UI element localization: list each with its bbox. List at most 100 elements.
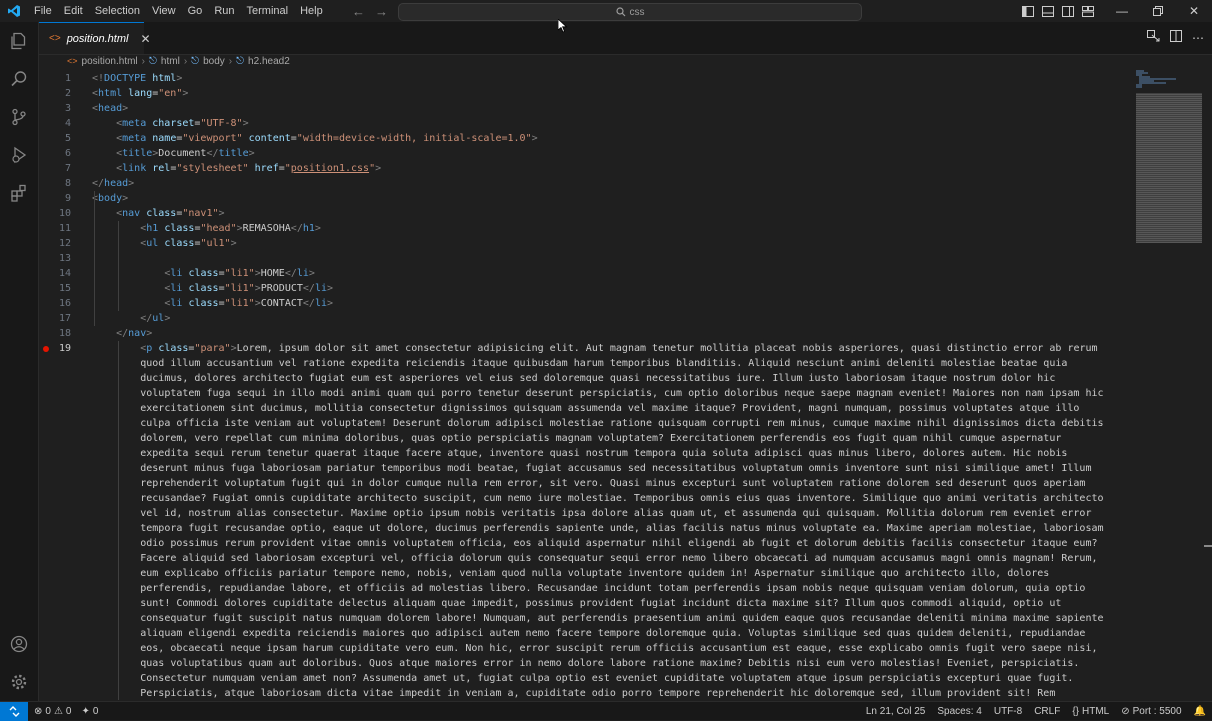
code-line[interactable]: <!DOCTYPE html> (92, 71, 182, 86)
extensions-icon[interactable] (0, 174, 38, 212)
code-line[interactable]: <html lang="en"> (92, 86, 188, 101)
wrapped-code-line[interactable]: exercitationem sint ducimus, mollitia co… (140, 401, 1079, 416)
wrapped-code-line[interactable]: deserunt minus fuga laboriosam pariatur … (140, 461, 1091, 476)
code-line[interactable]: <head> (92, 101, 128, 116)
code-line[interactable]: <li class="li1">CONTACT</li> (164, 296, 333, 311)
code-line[interactable]: <nav class="nav1"> (116, 206, 224, 221)
wrapped-code-line[interactable]: ducimus, dolores architecto fugiat eum e… (140, 371, 1055, 386)
code-line[interactable]: </head> (92, 176, 134, 191)
wrapped-code-line[interactable]: recusandae? Fugiat omnis cupiditate arch… (140, 491, 1103, 506)
wrapped-code-line[interactable]: vel id, nostrum alias consectetur. Maxim… (140, 506, 1091, 521)
breakpoint-icon[interactable] (43, 345, 49, 352)
code-line[interactable]: <li class="li1">PRODUCT</li> (164, 281, 333, 296)
back-arrow-icon[interactable]: ← (352, 4, 365, 19)
split-editor-icon[interactable] (1170, 29, 1182, 47)
menu-help[interactable]: Help (294, 0, 329, 22)
toggle-panel-icon[interactable] (1038, 0, 1058, 22)
code-token: "UTF-8" (200, 118, 243, 129)
remote-indicator-icon[interactable] (0, 701, 28, 721)
code-line[interactable]: <li class="li1">HOME</li> (164, 266, 315, 281)
search-view-icon[interactable] (0, 60, 38, 98)
code-line[interactable]: <p class="para">Lorem, ipsum dolor sit a… (140, 341, 1097, 356)
wrapped-code-line[interactable]: culpa officia iste veniam aut voluptatem… (140, 416, 1103, 431)
warning-count: 0 (65, 705, 72, 717)
title-bar-right: — ✕ (1018, 0, 1212, 22)
status-right: Ln 21, Col 25 Spaces: 4 UTF-8 CRLF {} HTM… (866, 702, 1206, 720)
minimap[interactable] (1130, 69, 1204, 259)
breadcrumb-h2[interactable]: h2.head2 (248, 56, 290, 67)
menu-selection[interactable]: Selection (89, 0, 146, 22)
wrapped-code-line[interactable]: quas voluptatibus quam aut doloribus. Qu… (140, 656, 1079, 671)
menu-run[interactable]: Run (208, 0, 240, 22)
command-center-search[interactable]: css (398, 3, 862, 21)
code-editor[interactable]: 1 2 3 4 5 6 7 8 9 10 11 12 13 14 15 16 17 18 19 <!DOCTYPE … (39, 69, 1129, 700)
ports-indicator[interactable]: ✦ 0 (81, 706, 98, 717)
code-line[interactable]: <link rel="stylesheet" href="position1.c… (116, 161, 381, 176)
wrapped-code-line[interactable]: eum explicabo officiis pariatur tempore … (140, 566, 1049, 581)
breadcrumb-body[interactable]: body (203, 56, 225, 67)
end-of-line[interactable]: CRLF (1034, 706, 1060, 717)
menu-file[interactable]: File (28, 0, 58, 22)
forward-arrow-icon[interactable]: → (375, 4, 388, 19)
wrapped-code-line[interactable]: expedita sequi rerum tenetur quaerat ita… (140, 446, 1067, 461)
code-token: > (182, 88, 189, 99)
customize-layout-icon[interactable] (1078, 0, 1098, 22)
code-token: CONTACT (260, 298, 303, 309)
wrapped-code-line[interactable]: consequatur fugit suscipit natus numquam… (140, 611, 1103, 626)
breadcrumb-file[interactable]: position.html (82, 56, 138, 67)
wrapped-code-line[interactable]: tempora fugit recusandae optio, eaque ut… (140, 521, 1103, 536)
tab-position-html[interactable]: <> position.html ✕ (39, 22, 151, 54)
source-control-icon[interactable] (0, 98, 38, 136)
toggle-secondary-sidebar-icon[interactable] (1058, 0, 1078, 22)
wrapped-code-line[interactable]: reprehenderit voluptatum fugit qui in do… (140, 476, 1085, 491)
explorer-icon[interactable] (0, 22, 38, 60)
breadcrumb-html[interactable]: html (161, 56, 180, 67)
wrapped-code-line[interactable]: voluptatem fuga sequi in illo modi animi… (140, 386, 1103, 401)
code-line[interactable]: <title>Document</title> (116, 146, 255, 161)
notifications-bell-icon[interactable]: 🔔 (1194, 706, 1206, 717)
menu-terminal[interactable]: Terminal (241, 0, 295, 22)
wrapped-code-line[interactable]: aliquam eligendi expedita reiciendis mai… (140, 626, 1085, 641)
wrapped-code-line[interactable]: dolorem, vero repellat cum minima dolori… (140, 431, 1061, 446)
wrapped-code-line[interactable]: Facere aliquid sed laboriosam excepturi … (140, 551, 1097, 566)
close-window-button[interactable]: ✕ (1176, 0, 1212, 22)
restore-button[interactable] (1140, 0, 1176, 22)
minimize-button[interactable]: — (1104, 0, 1140, 22)
code-token: head (98, 103, 123, 114)
run-debug-icon[interactable] (0, 136, 38, 174)
code-token: charset (146, 118, 195, 129)
wrapped-code-line[interactable]: Consectetur numquam veniam amet non? Ass… (140, 671, 1073, 686)
live-server-port[interactable]: ⊘ Port : 5500 (1121, 706, 1181, 717)
problems-indicator[interactable]: ⊗ 0 ⚠ 0 (34, 706, 71, 717)
more-actions-icon[interactable]: ⋯ (1192, 31, 1204, 45)
code-line[interactable]: <ul class="ul1"> (140, 236, 236, 251)
code-token: li (170, 268, 183, 279)
wrapped-code-line[interactable]: eos, obcaecati neque ipsam harum cupidit… (140, 641, 1097, 656)
open-preview-icon[interactable] (1147, 29, 1160, 47)
code-token: class (182, 298, 219, 309)
wrapped-code-line[interactable]: quod illum accusantium vel ratione exped… (140, 356, 1067, 371)
toggle-primary-sidebar-icon[interactable] (1018, 0, 1038, 22)
code-line[interactable]: <h1 class="head">REMASOHA</h1> (140, 221, 321, 236)
code-line[interactable]: <meta name="viewport" content="width=dev… (116, 131, 538, 146)
menu-edit[interactable]: Edit (58, 0, 89, 22)
code-line[interactable]: </ul> (140, 311, 170, 326)
wrapped-code-line[interactable]: odio possimus rerum provident vitae omni… (140, 536, 1097, 551)
wrapped-code-line[interactable]: perferendis, repudiandae labore, et offi… (140, 581, 1085, 596)
activity-bar (0, 22, 39, 701)
wrapped-code-line[interactable]: sunt! Commodi dolores cupiditate delectu… (140, 596, 1061, 611)
close-tab-icon[interactable]: ✕ (140, 32, 150, 46)
accounts-icon[interactable] (0, 625, 38, 663)
code-line[interactable]: <body> (92, 191, 128, 206)
code-line[interactable]: <meta charset="UTF-8"> (116, 116, 249, 131)
cursor-position[interactable]: Ln 21, Col 25 (866, 706, 926, 717)
language-mode[interactable]: {} HTML (1072, 706, 1109, 717)
manage-gear-icon[interactable] (0, 663, 38, 701)
code-line[interactable]: </nav> (116, 326, 152, 341)
encoding[interactable]: UTF-8 (994, 706, 1022, 717)
menu-view[interactable]: View (146, 0, 182, 22)
wrapped-code-line[interactable]: Perspiciatis, atque laboriosam dicta vit… (140, 686, 1055, 700)
menu-go[interactable]: Go (182, 0, 209, 22)
indentation[interactable]: Spaces: 4 (937, 706, 981, 717)
code-token: "ul1" (200, 238, 231, 249)
